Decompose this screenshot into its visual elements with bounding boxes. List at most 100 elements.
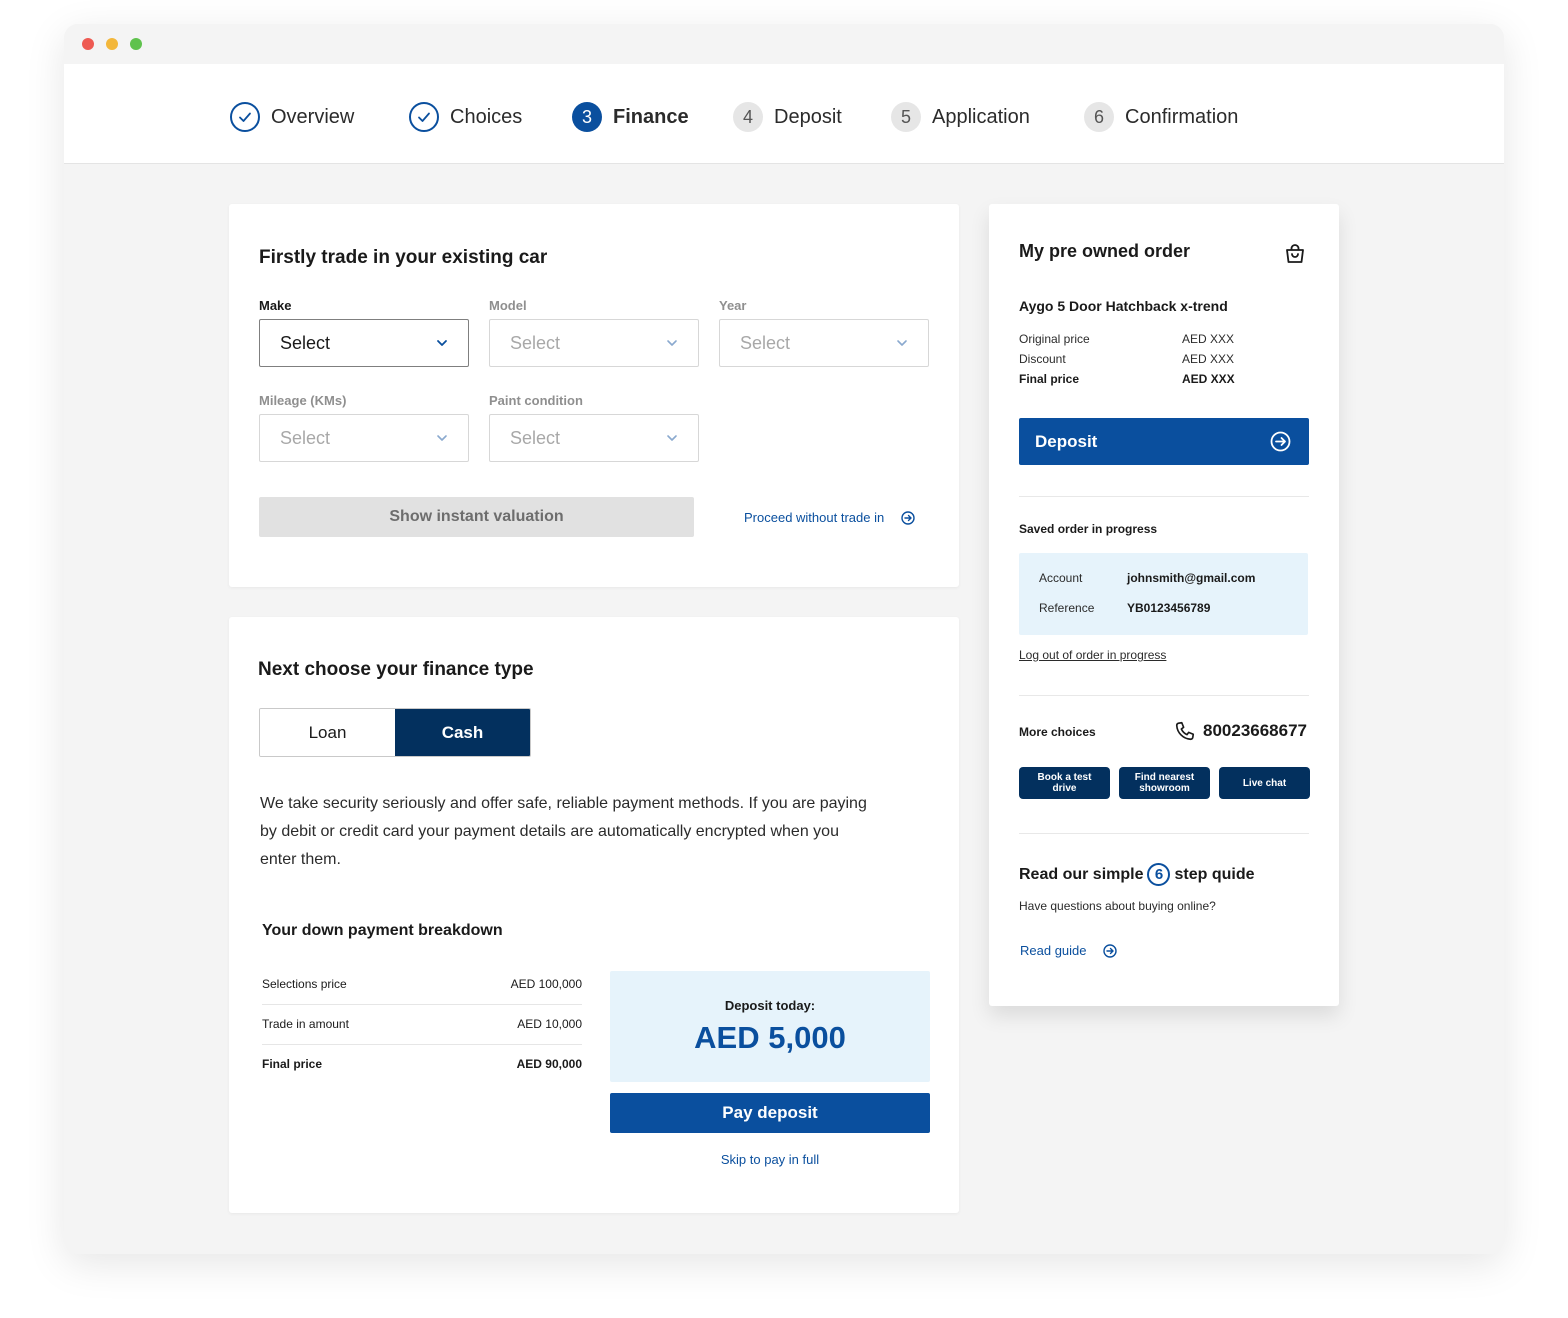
chevron-down-icon xyxy=(437,435,447,441)
final-price-label: Final price xyxy=(1019,372,1080,386)
original-price-value: AED XXX xyxy=(1182,332,1235,346)
reference-label: Reference xyxy=(1039,601,1095,615)
saved-order-title: Saved order in progress xyxy=(1019,522,1158,536)
find-showroom-button[interactable]: Find nearest showroom xyxy=(1119,767,1210,799)
divider xyxy=(1019,833,1309,834)
paint-condition-select-value: Select xyxy=(510,427,561,448)
step-application[interactable]: 5 Application xyxy=(891,101,1030,133)
shopping-bag-icon[interactable] xyxy=(1283,242,1307,266)
discount-value: AED XXX xyxy=(1182,352,1235,366)
step-label: Confirmation xyxy=(1125,105,1239,128)
progress-stepper: Overview Choices 3 Finance 4 Deposit 5 A… xyxy=(64,64,1504,164)
guide-title-start: Read our simple xyxy=(1019,865,1144,883)
step-label: Deposit xyxy=(774,105,842,128)
maximize-window-dot[interactable] xyxy=(130,38,142,50)
finance-type-toggle: Loan Cash xyxy=(259,708,531,757)
live-chat-button[interactable]: Live chat xyxy=(1219,767,1310,799)
arrow-right-circle-icon xyxy=(901,510,915,525)
mileage-select[interactable]: Select xyxy=(259,414,469,462)
deposit-button-label: Deposit xyxy=(1035,431,1098,451)
guide-title: Read our simple 6 step quide xyxy=(1019,863,1255,886)
breakdown-value: AED 90,000 xyxy=(516,1057,582,1071)
step-deposit[interactable]: 4 Deposit xyxy=(733,101,842,133)
breakdown-row: Trade in amount AED 10,000 xyxy=(262,1004,582,1044)
trade-in-title: Firstly trade in your existing car xyxy=(259,247,548,268)
year-select[interactable]: Select xyxy=(719,319,929,367)
step-label: Choices xyxy=(450,105,523,128)
paint-condition-select[interactable]: Select xyxy=(489,414,699,462)
breakdown-label: Trade in amount xyxy=(262,1017,349,1031)
step-number: 5 xyxy=(891,102,921,132)
paint-condition-label: Paint condition xyxy=(489,393,583,408)
arrow-right-circle-icon xyxy=(1270,431,1291,452)
car-model-name: Aygo 5 Door Hatchback x-trend xyxy=(1019,298,1228,314)
divider xyxy=(1019,695,1309,696)
account-label: Account xyxy=(1039,571,1083,585)
proceed-without-trade-in-link[interactable]: Proceed without trade in xyxy=(744,510,915,525)
model-select-value: Select xyxy=(510,332,561,353)
cash-option[interactable]: Cash xyxy=(395,709,530,756)
step-label: Application xyxy=(932,105,1030,128)
make-label: Make xyxy=(259,298,292,313)
check-icon xyxy=(409,102,439,132)
breakdown-value: AED 100,000 xyxy=(510,977,582,991)
window-titlebar xyxy=(64,24,1504,64)
book-test-drive-button[interactable]: Book a test drive xyxy=(1019,767,1110,799)
original-price-label: Original price xyxy=(1019,332,1090,346)
discount-label: Discount xyxy=(1019,352,1066,366)
divider xyxy=(1019,496,1309,497)
read-guide-link[interactable]: Read guide xyxy=(1020,943,1117,958)
reference-value: YB0123456789 xyxy=(1127,601,1211,615)
step-number: 3 xyxy=(572,102,602,132)
step-number: 6 xyxy=(1084,102,1114,132)
more-choices-label: More choices xyxy=(1019,725,1096,739)
arrow-right-circle-icon xyxy=(1102,943,1117,958)
phone-icon xyxy=(1175,721,1195,741)
minimize-window-dot[interactable] xyxy=(106,38,118,50)
mileage-label: Mileage (KMs) xyxy=(259,393,347,408)
security-description: We take security seriously and offer saf… xyxy=(260,795,867,868)
close-window-dot[interactable] xyxy=(82,38,94,50)
deposit-amount: AED 5,000 xyxy=(694,1020,846,1055)
breakdown-row: Final price AED 90,000 xyxy=(262,1044,582,1084)
deposit-summary-box: Deposit today: AED 5,000 xyxy=(610,971,930,1082)
phone-number-link[interactable]: 80023668677 xyxy=(1174,720,1307,742)
loan-option[interactable]: Loan xyxy=(260,709,395,756)
breakdown-value: AED 10,000 xyxy=(517,1017,582,1031)
finance-title: Next choose your finance type xyxy=(258,659,534,680)
chevron-down-icon xyxy=(667,340,677,346)
order-title: My pre owned order xyxy=(1019,241,1191,261)
final-price-value: AED XXX xyxy=(1182,372,1235,386)
step-confirmation[interactable]: 6 Confirmation xyxy=(1084,101,1238,133)
chevron-down-icon xyxy=(667,435,677,441)
show-valuation-button[interactable]: Show instant valuation xyxy=(259,497,694,537)
proceed-link-label: Proceed without trade in xyxy=(744,510,885,525)
make-select[interactable]: Select xyxy=(259,319,469,367)
step-overview[interactable]: Overview xyxy=(230,101,354,133)
skip-to-pay-in-full-link[interactable]: Skip to pay in full xyxy=(610,1152,930,1167)
year-select-value: Select xyxy=(740,332,791,353)
deposit-button[interactable]: Deposit xyxy=(1019,418,1309,465)
browser-window: Overview Choices 3 Finance 4 Deposit 5 A… xyxy=(64,24,1504,1254)
pay-deposit-button[interactable]: Pay deposit xyxy=(610,1093,930,1133)
step-label: Finance xyxy=(613,105,689,128)
step-choices[interactable]: Choices xyxy=(409,101,522,133)
step-finance[interactable]: 3 Finance xyxy=(572,101,689,133)
breakdown-label: Final price xyxy=(262,1057,323,1071)
phone-number: 80023668677 xyxy=(1203,721,1308,740)
saved-order-box: Account johnsmith@gmail.com Reference YB… xyxy=(1019,553,1308,635)
model-label: Model xyxy=(489,298,527,313)
read-guide-label: Read guide xyxy=(1020,943,1087,958)
year-label: Year xyxy=(719,298,747,313)
step-label: Overview xyxy=(271,105,355,128)
guide-title-end: step quide xyxy=(1174,865,1255,883)
trade-in-card: Firstly trade in your existing car Make … xyxy=(229,204,959,587)
check-icon xyxy=(230,102,260,132)
step-number: 4 xyxy=(733,102,763,132)
model-select[interactable]: Select xyxy=(489,319,699,367)
guide-subtitle: Have questions about buying online? xyxy=(1019,899,1216,913)
make-select-value: Select xyxy=(280,332,331,353)
log-out-order-link[interactable]: Log out of order in progress xyxy=(1019,648,1166,662)
account-value: johnsmith@gmail.com xyxy=(1127,571,1256,585)
breakdown-label: Selections price xyxy=(262,977,347,991)
